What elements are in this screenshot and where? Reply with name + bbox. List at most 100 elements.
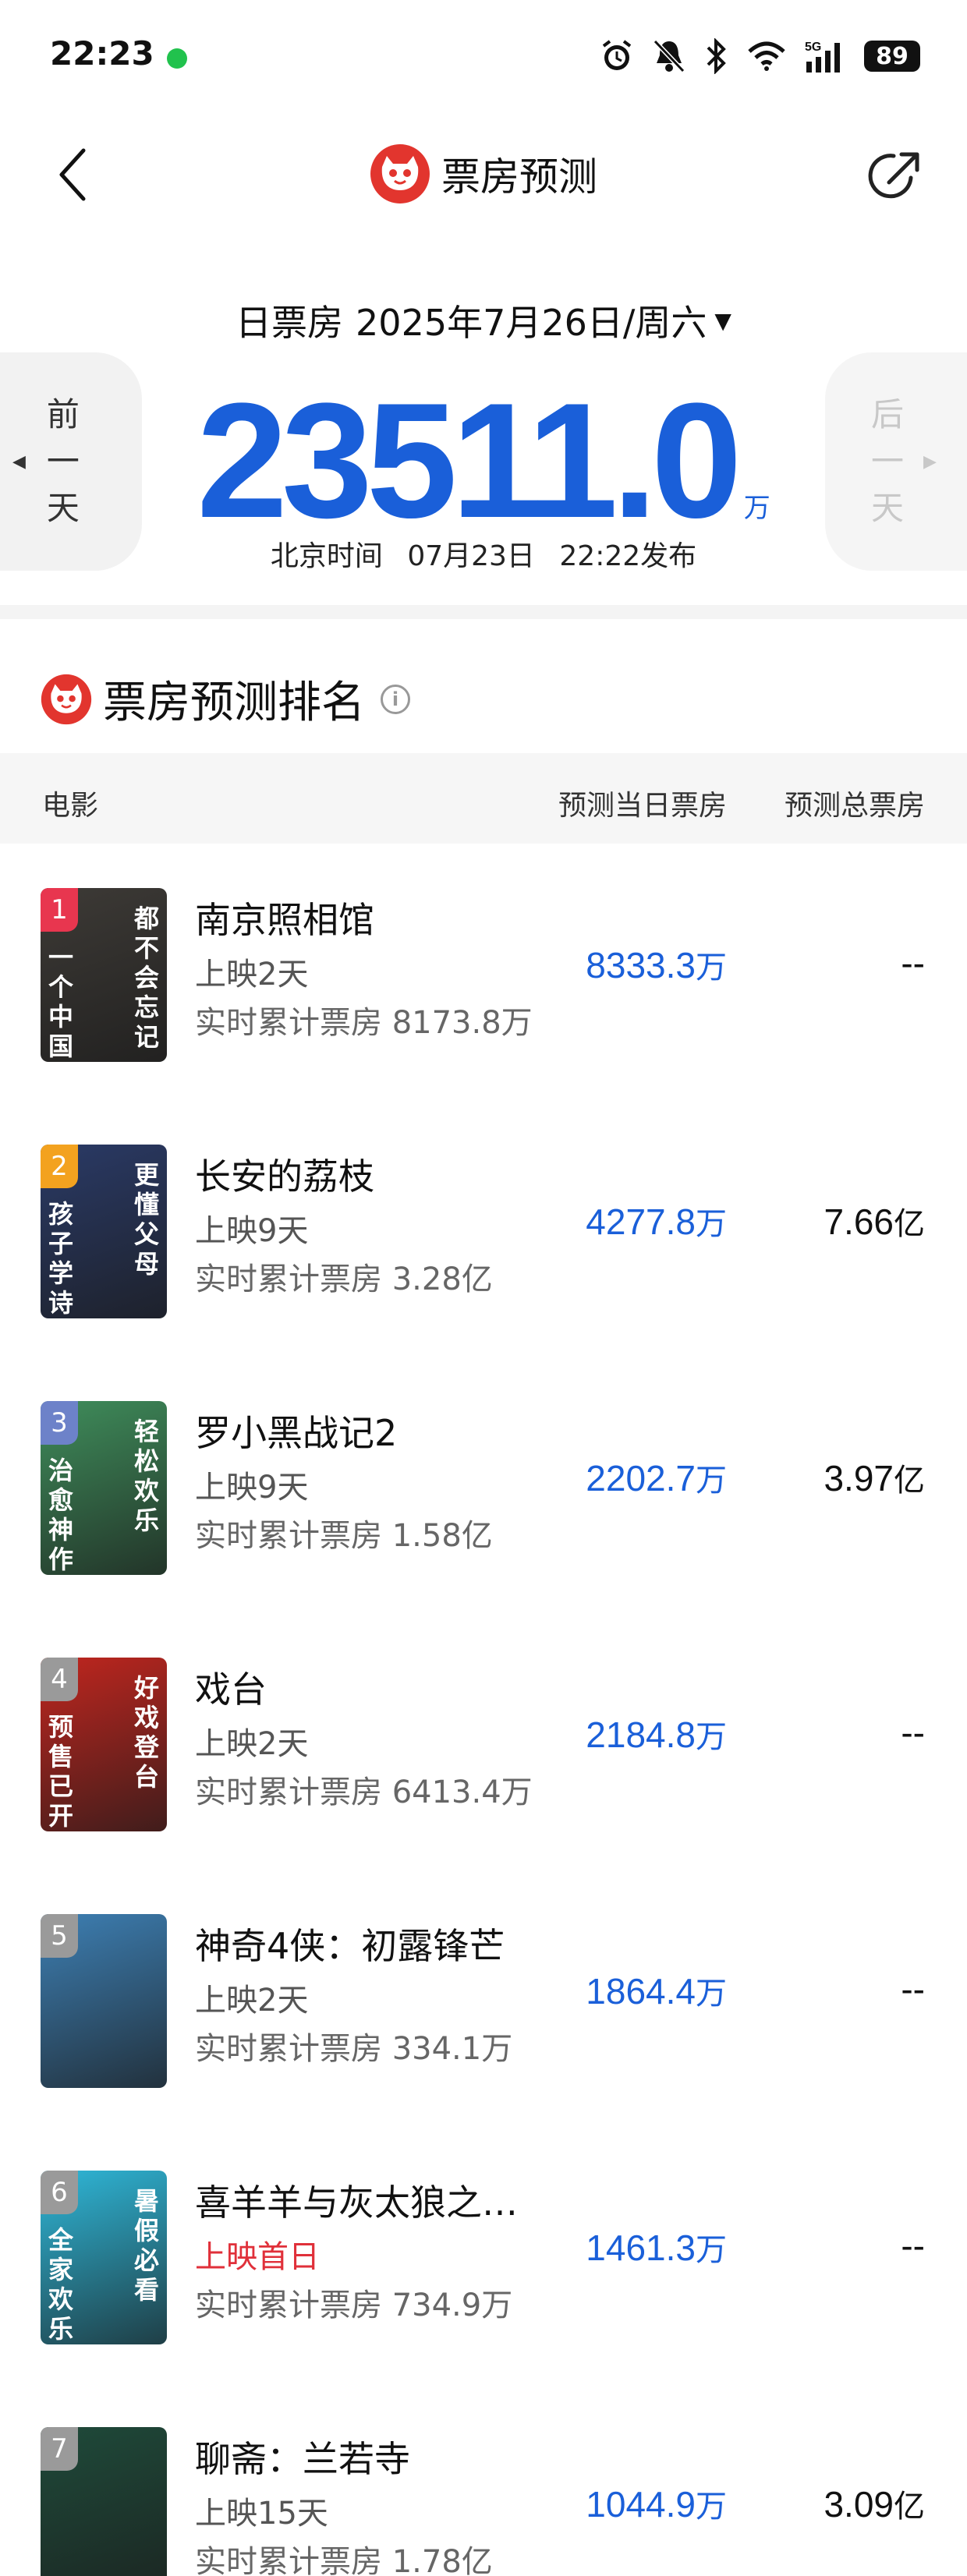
predicted-total-box-office: 3.09亿 [824,2481,925,2526]
predicted-day-unit: 万 [696,2232,727,2268]
rank-badge: 5 [41,1914,78,1958]
nav-title-group: 票房预测 [0,143,967,204]
rank-badge: 3 [41,1401,78,1445]
predicted-day-box-office: 1461.3万 [586,2224,727,2270]
movie-release-days: 上映2天 [195,1726,309,1762]
poster-slogan-right: 更懂父母 [133,1160,159,1279]
predicted-total-value: 7.66 [824,1201,894,1242]
movie-list: 1一个中国人都不会忘记南京照相馆上映2天实时累计票房 8173.8万8333.3… [0,844,967,2576]
total-box-office-value: 23511.0 [197,369,742,552]
predicted-day-box-office: 1864.4万 [586,1968,727,2013]
date-label: 日票房 [236,302,344,344]
movie-row[interactable]: 1 一个中国人 都不会忘记 南京照相馆上映2天实时累计票房 8173.8万 8333.3… [0,844,967,1100]
column-header-movie: 电影 [42,790,99,822]
rank-badge: 1 [41,888,78,932]
movie-poster[interactable]: 5 [41,1914,167,2088]
predicted-day-unit: 万 [696,1206,727,1242]
predicted-day-value: 1044.9 [586,2484,696,2525]
mute-icon [653,39,685,73]
poster-slogan-left: 预售已开 [48,1712,73,1831]
rank-badge: 4 [41,1658,78,1701]
movie-poster[interactable]: 6 全家欢乐 暑假必看 [41,2171,167,2344]
status-icons: 5G 89 [599,34,920,78]
page-title: 票房预测 [441,154,597,200]
nav-bar: 票房预测 [0,125,967,226]
movie-row[interactable]: 4 预售已开 好戏登台 戏台 上映2天 实时累计票房 6413.4万 2184.8万 -- [0,1613,967,1870]
selected-date: 2025年7月26日/周六 [356,302,707,344]
column-header-day: 预测当日票房 [558,790,727,822]
movie-title: 喜羊羊与灰太狼之… [195,2181,518,2224]
movie-release-days: 上映2天 [195,1983,309,2019]
movie-poster[interactable]: 4 预售已开 好戏登台 [41,1658,167,1831]
predicted-total-unit: 亿 [894,1463,925,1499]
movie-title: 神奇4侠：初露锋芒 [195,1925,505,1967]
movie-release-days: 上映首日 [195,2239,320,2275]
movie-cumulative-box-office: 实时累计票房 1.78亿 [195,2544,493,2576]
predicted-day-value: 1461.3 [586,2227,696,2268]
section-divider [0,605,967,619]
predicted-total-box-office: -- [901,1711,925,1753]
movie-title: 南京照相馆 [195,899,374,941]
screen: 22:23 5G 89 票房预测 日票房 2025年7月26日/周六 ▼ ◀ 前… [0,0,967,2576]
movie-poster[interactable]: 2 孩子学诗 更懂父母 [41,1145,167,1318]
publish-info: 北京时间 07月23日 22:22发布 [0,533,967,574]
movie-row[interactable]: 3 治愈神作 轻松欢乐 罗小黑战记2 上映9天 实时累计票房 1.58亿 2202.7万 3.… [0,1357,967,1613]
movie-title: 聊斋：兰若寺 [195,2438,410,2480]
ranking-title: 票房预测排名 [103,678,365,728]
date-selector[interactable]: 日票房 2025年7月26日/周六 ▼ [0,295,967,346]
movie-release-days: 上映15天 [195,2496,328,2532]
table-header: 电影 预测当日票房 预测总票房 [0,753,967,844]
movie-release-days: 上映2天 [195,957,309,993]
battery-icon: 89 [864,41,920,72]
predicted-day-unit: 万 [696,1463,727,1499]
poster-slogan-left: 治愈神作 [48,1456,73,1574]
publish-date: 07月23日 [407,540,535,572]
share-button[interactable] [866,147,925,206]
info-icon[interactable]: i [381,684,410,714]
status-bar: 22:23 5G 89 [0,0,967,117]
predicted-total-box-office: 3.97亿 [824,1455,925,1500]
svg-text:5G: 5G [805,41,821,54]
predicted-day-value: 1864.4 [586,1971,696,2012]
cat-logo-icon [41,674,92,724]
predicted-day-value: 4277.8 [586,1201,696,1242]
movie-cumulative-box-office: 实时累计票房 734.9万 [195,2288,513,2323]
predicted-total-value: -- [901,1969,925,2009]
movie-row[interactable]: 7 聊斋：兰若寺上映15天实时累计票房 1.78亿 1044.9万 3.09亿 [0,2383,967,2576]
rank-badge: 7 [41,2427,78,2471]
predicted-day-unit: 万 [696,1976,727,2012]
movie-poster[interactable]: 1 一个中国人 都不会忘记 [41,888,167,1062]
movie-cumulative-box-office: 实时累计票房 1.58亿 [195,1518,493,1554]
poster-slogan-right: 轻松欢乐 [133,1417,159,1535]
alarm-icon [602,40,632,70]
predicted-day-unit: 万 [696,2489,727,2525]
predicted-total-value: -- [901,1712,925,1753]
status-time: 22:23 [50,34,154,73]
movie-cumulative-box-office: 实时累计票房 334.1万 [195,2031,513,2067]
caret-down-icon: ▼ [714,307,731,334]
predicted-total-box-office: -- [901,942,925,984]
movie-release-days: 上映9天 [195,1470,309,1506]
movie-poster[interactable]: 7 [41,2427,167,2576]
signal-icon: 5G [805,41,840,73]
movie-row[interactable]: 2 孩子学诗 更懂父母 长安的荔枝 上映9天 实时累计票房 3.28亿 4277.8万 7.6… [0,1100,967,1357]
ranking-header: 票房预测排名 i [41,667,410,731]
publish-prefix: 北京时间 [270,540,383,572]
rank-badge: 2 [41,1145,78,1188]
movie-row[interactable]: 6 全家欢乐 暑假必看 喜羊羊与灰太狼之… 上映首日 实时累计票房 734.9万 1461.… [0,2126,967,2383]
wifi-icon [748,41,785,71]
poster-slogan-left: 一个中国人 [48,943,73,1062]
movie-poster[interactable]: 3 治愈神作 轻松欢乐 [41,1401,167,1575]
movie-title: 戏台 [195,1668,267,1711]
poster-slogan-left: 全家欢乐 [48,2225,73,2344]
total-box-office-unit: 万 [743,493,770,524]
predicted-day-box-office: 2184.8万 [586,1711,727,1757]
cat-logo-icon [370,144,430,203]
rank-badge: 6 [41,2171,78,2214]
bluetooth-icon [707,38,726,74]
movie-row[interactable]: 5 神奇4侠：初露锋芒上映2天实时累计票房 334.1万 1864.4万 -- [0,1870,967,2126]
predicted-total-unit: 亿 [894,2489,925,2525]
call-indicator-icon [167,48,187,69]
predicted-total-value: -- [901,943,925,983]
predicted-day-value: 2184.8 [586,1714,696,1755]
